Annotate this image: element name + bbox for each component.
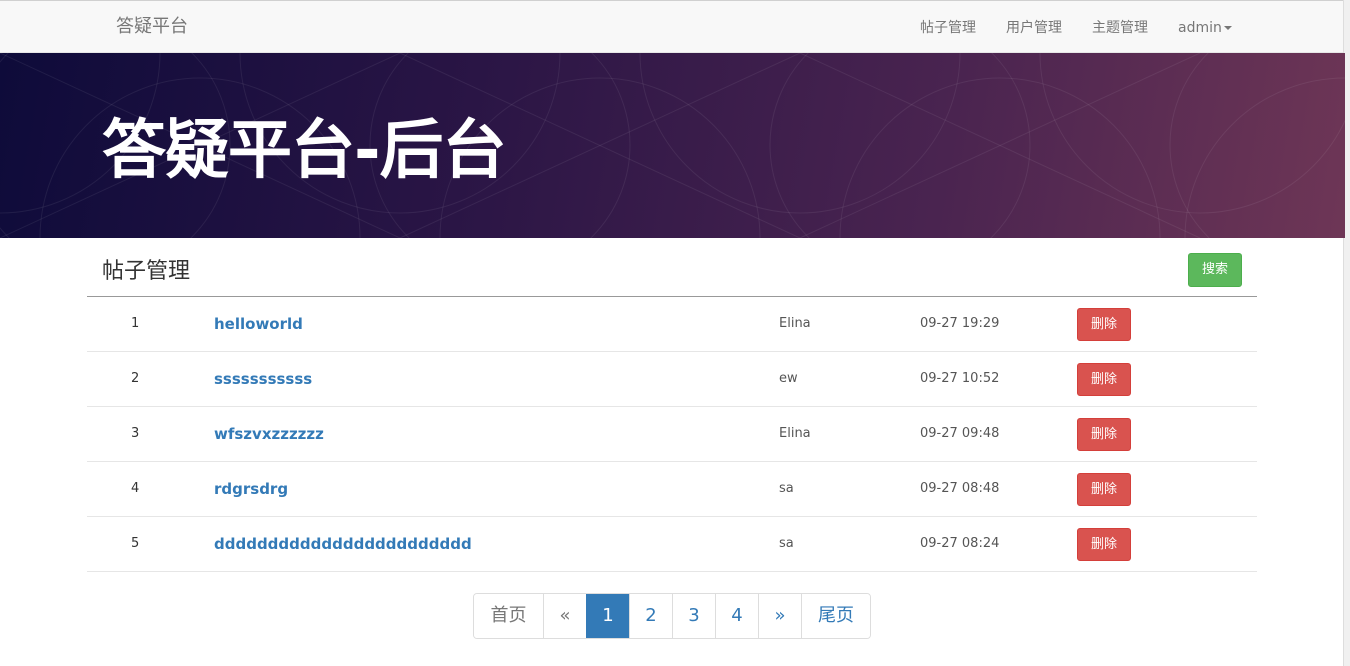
page-4[interactable]: 4 bbox=[715, 594, 758, 638]
top-navbar: 答疑平台 帖子管理 用户管理 主题管理 admin bbox=[0, 0, 1350, 53]
page-last[interactable]: 尾页 bbox=[801, 594, 870, 638]
post-time: 09-27 08:48 bbox=[920, 481, 1000, 496]
post-title-link[interactable]: helloworld bbox=[214, 297, 303, 351]
page-first[interactable]: 首页 bbox=[474, 594, 543, 638]
nav-topic-management[interactable]: 主题管理 bbox=[1092, 18, 1148, 38]
hero-banner: 答疑平台-后台 bbox=[0, 53, 1345, 238]
post-time: 09-27 19:29 bbox=[920, 316, 1000, 331]
delete-button[interactable]: 删除 bbox=[1077, 363, 1131, 396]
post-index: 1 bbox=[131, 316, 140, 331]
post-row: 2 sssssssssss ew 09-27 10:52 删除 bbox=[87, 352, 1257, 407]
delete-button[interactable]: 删除 bbox=[1077, 473, 1131, 506]
search-button[interactable]: 搜索 bbox=[1188, 253, 1242, 287]
post-row: 3 wfszvxzzzzzz Elina 09-27 09:48 删除 bbox=[87, 407, 1257, 462]
post-title-link[interactable]: rdgrsdrg bbox=[214, 462, 288, 516]
post-time: 09-27 08:24 bbox=[920, 536, 1000, 551]
post-row: 1 helloworld Elina 09-27 19:29 删除 bbox=[87, 297, 1257, 352]
post-index: 2 bbox=[131, 371, 140, 386]
post-title-link[interactable]: wfszvxzzzzzz bbox=[214, 407, 324, 461]
post-title-link[interactable]: sssssssssss bbox=[214, 352, 312, 406]
delete-button[interactable]: 删除 bbox=[1077, 308, 1131, 341]
page-2[interactable]: 2 bbox=[629, 594, 672, 638]
post-author: Elina bbox=[779, 316, 811, 331]
delete-button[interactable]: 删除 bbox=[1077, 418, 1131, 451]
caret-down-icon bbox=[1223, 26, 1232, 30]
nav-post-management[interactable]: 帖子管理 bbox=[920, 18, 976, 38]
nav-user-management[interactable]: 用户管理 bbox=[1006, 18, 1062, 38]
post-index: 3 bbox=[131, 426, 140, 441]
section-title: 帖子管理 bbox=[102, 259, 191, 284]
user-name: admin bbox=[1178, 20, 1222, 36]
post-author: sa bbox=[779, 536, 794, 551]
post-index: 4 bbox=[131, 481, 140, 496]
brand-link[interactable]: 答疑平台 bbox=[116, 15, 188, 39]
page-1[interactable]: 1 bbox=[586, 594, 629, 638]
delete-button[interactable]: 删除 bbox=[1077, 528, 1131, 561]
post-row: 4 rdgrsdrg sa 09-27 08:48 删除 bbox=[87, 462, 1257, 517]
page-prev[interactable]: « bbox=[543, 594, 586, 638]
post-title-link[interactable]: dddddddddddddddddddddddd bbox=[214, 517, 472, 571]
post-time: 09-27 09:48 bbox=[920, 426, 1000, 441]
post-row: 5 dddddddddddddddddddddddd sa 09-27 08:2… bbox=[87, 517, 1257, 572]
post-author: ew bbox=[779, 371, 798, 386]
post-time: 09-27 10:52 bbox=[920, 371, 1000, 386]
post-index: 5 bbox=[131, 536, 140, 551]
hero-title: 答疑平台-后台 bbox=[102, 114, 507, 188]
post-author: sa bbox=[779, 481, 794, 496]
user-dropdown[interactable]: admin bbox=[1178, 18, 1232, 38]
post-author: Elina bbox=[779, 426, 811, 441]
post-list: 1 helloworld Elina 09-27 19:29 删除 2 ssss… bbox=[87, 297, 1257, 572]
page-3[interactable]: 3 bbox=[672, 594, 715, 638]
pagination: 首页 « 1 2 3 4 » 尾页 bbox=[473, 593, 871, 639]
page-next[interactable]: » bbox=[758, 594, 801, 638]
